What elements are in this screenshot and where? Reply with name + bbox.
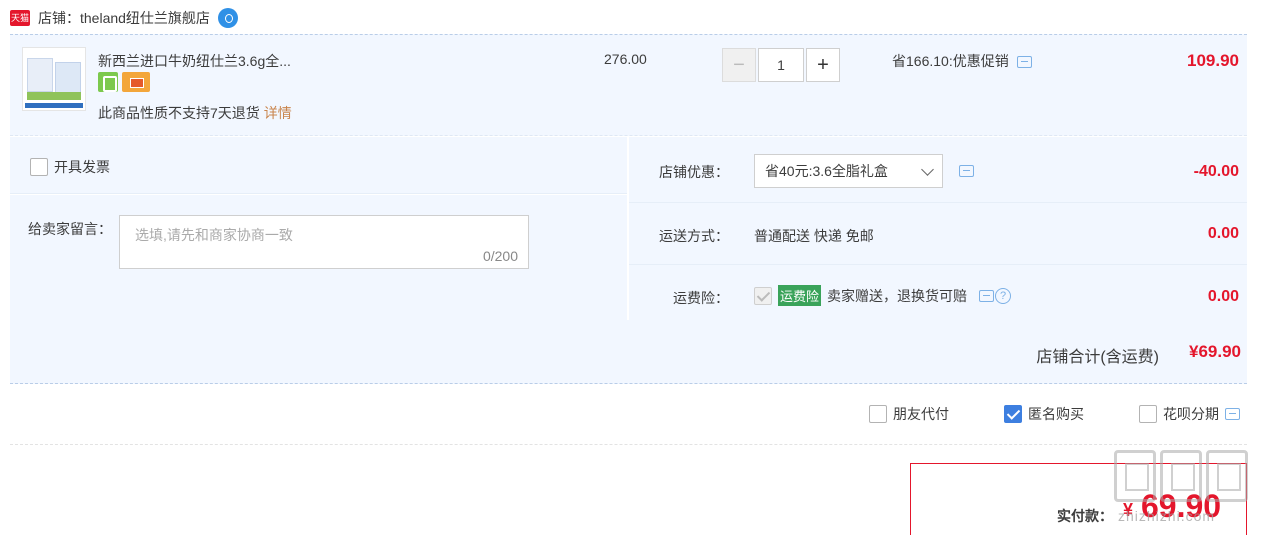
order-item-row: 新西兰进口牛奶纽仕兰3.6g全... 此商品性质不支持7天退货 详情 276.00… [10, 34, 1247, 136]
promotion-saving-text: 省166.10:优惠促销 [892, 53, 1009, 69]
invoice-checkbox[interactable] [30, 158, 48, 176]
shipping-label: 运送方式： [659, 228, 729, 244]
shipping-insurance-label: 运费险： [673, 290, 729, 306]
divider [629, 202, 1247, 203]
huabei-installment-checkbox[interactable] [1139, 405, 1157, 423]
seller-message-placeholder: 选填,请先和商家协商一致 [135, 227, 293, 243]
comment-icon[interactable] [1225, 408, 1240, 420]
shipping-insurance-tag: 运费险 [778, 285, 822, 306]
shop-header: 天猫 店铺：theland纽仕兰旗舰店 [10, 5, 238, 31]
thumbnail-grass-graphic [27, 92, 81, 100]
return-policy-note: 此商品性质不支持7天退货 详情 [98, 103, 292, 123]
huabei-installment-label: 花呗分期 [1163, 406, 1219, 422]
help-icon[interactable]: ? [995, 287, 1012, 304]
shipping-amount: 0.00 [1207, 225, 1239, 242]
product-service-icons [98, 72, 150, 92]
anonymous-purchase-label: 匿名购买 [1028, 406, 1084, 422]
return-policy-text: 此商品性质不支持7天退货 [98, 105, 260, 121]
order-options: 开具发票 给卖家留言： 选填,请先和商家协商一致 0/200 店铺优惠： 省40… [10, 137, 1247, 320]
wangwang-chat-icon[interactable] [217, 8, 238, 28]
shop-total-row: 店铺合计(含运费) ¥69.90 [10, 320, 1247, 384]
comment-icon[interactable] [959, 165, 974, 177]
final-payment-box: 实付款： ¥ 69.90 [910, 463, 1247, 535]
store-discount-selected: 省40元:3.6全脂礼盒 [765, 163, 888, 179]
product-title-link[interactable]: 新西兰进口牛奶纽仕兰3.6g全... [98, 51, 291, 71]
order-fees-section: 店铺优惠： 省40元:3.6全脂礼盒 -40.00 运送方式： 普通配送 快递 … [629, 137, 1247, 320]
anonymous-purchase-option[interactable]: 匿名购买 [1004, 404, 1084, 424]
divider [629, 264, 1247, 265]
comment-icon[interactable] [979, 289, 995, 302]
pay-by-friend-label: 朋友代付 [893, 406, 949, 422]
store-discount-label: 店铺优惠： [659, 164, 729, 180]
invoice-label: 开具发票 [54, 159, 110, 175]
quantity-input[interactable]: 1 [758, 48, 804, 82]
payment-options: 朋友代付 匿名购买 花呗分期 [10, 400, 1247, 445]
thumbnail-box-graphic [27, 58, 53, 92]
final-payment-value: 69.90 [1141, 488, 1222, 524]
thumbnail-box-graphic [55, 62, 81, 94]
chevron-down-icon [921, 163, 934, 176]
shop-name-link[interactable]: 店铺：theland纽仕兰旗舰店 [38, 8, 210, 28]
unit-price: 276.00 [604, 51, 647, 67]
quantity-decrease-button[interactable]: − [722, 48, 756, 82]
guarantee-icon[interactable] [98, 72, 118, 92]
anonymous-purchase-checkbox[interactable] [1004, 405, 1022, 423]
final-payment-currency: ¥ [1123, 500, 1134, 520]
shipping-insurance-row: 运费险 卖家赠送，退换货可赔 ? [754, 285, 1012, 306]
pay-by-friend-option[interactable]: 朋友代付 [869, 404, 949, 424]
shipping-method: 普通配送 快递 免邮 [754, 228, 874, 244]
tmall-logo-icon: 天猫 [10, 10, 30, 26]
shop-total-value: ¥69.90 [1189, 342, 1241, 361]
credit-card-icon[interactable] [122, 72, 150, 92]
message-section: 给卖家留言： 选填,请先和商家协商一致 0/200 [10, 195, 627, 320]
seller-message-textarea[interactable]: 选填,请先和商家协商一致 0/200 [119, 215, 529, 269]
final-payment-label: 实付款： [1057, 508, 1113, 524]
store-discount-select[interactable]: 省40元:3.6全脂礼盒 [754, 154, 943, 188]
comment-icon[interactable] [1016, 56, 1032, 69]
return-policy-details-link[interactable]: 详情 [264, 105, 292, 121]
shipping-insurance-checkbox [754, 286, 772, 305]
huabei-installment-option[interactable]: 花呗分期 [1139, 404, 1240, 424]
shop-total-label: 店铺合计(含运费) [1036, 349, 1159, 366]
invoice-option[interactable]: 开具发票 [30, 157, 110, 177]
shipping-insurance-desc: 卖家赠送，退换货可赔 [827, 287, 968, 304]
shipping-insurance-amount: 0.00 [1207, 288, 1239, 305]
product-thumbnail[interactable] [22, 47, 86, 111]
quantity-increase-button[interactable]: + [806, 48, 840, 82]
thumbnail-band-graphic [25, 103, 83, 108]
store-discount-amount: -40.00 [1193, 163, 1239, 180]
seller-message-char-count: 0/200 [482, 248, 518, 264]
pay-by-friend-checkbox[interactable] [869, 405, 887, 423]
message-label: 给卖家留言： [28, 221, 112, 237]
item-subtotal: 109.90 [1187, 51, 1239, 70]
promotion-saving: 省166.10:优惠促销 [892, 51, 1032, 71]
invoice-section: 开具发票 [10, 137, 627, 194]
quantity-stepper: − 1 + [722, 48, 840, 82]
